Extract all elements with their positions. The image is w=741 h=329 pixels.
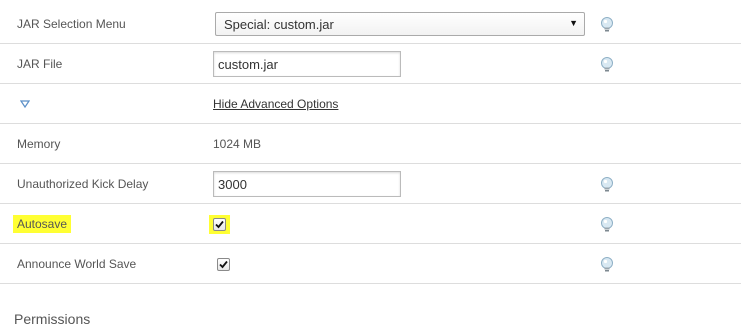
announce-world-save-value (217, 244, 230, 284)
permissions-section-title: Permissions (14, 311, 91, 327)
lightbulb-help-icon[interactable] (599, 56, 615, 73)
caret-down-icon: ▼ (569, 18, 578, 28)
memory-label: Memory (17, 137, 61, 151)
lightbulb-help-icon[interactable] (599, 16, 615, 33)
hide-advanced-options-link[interactable]: Hide Advanced Options (213, 97, 338, 111)
kick-delay-value: 3000 (213, 164, 401, 204)
checkmark-icon (215, 220, 224, 228)
jar-selection-row: JAR Selection Menu Special: custom.jar ▼ (0, 4, 741, 44)
announce-world-save-label: Announce World Save (17, 257, 137, 271)
autosave-value (209, 204, 230, 244)
advanced-toggle-value: Hide Advanced Options (213, 84, 338, 124)
announce-world-save-checkbox[interactable] (217, 257, 230, 271)
checkmark-icon (219, 260, 228, 268)
advanced-toggle-row: Hide Advanced Options (0, 84, 741, 124)
announce-world-save-row: Announce World Save (0, 244, 741, 284)
jar-file-label: JAR File (17, 57, 63, 71)
jar-file-row: JAR File custom.jar (0, 44, 741, 84)
autosave-label: Autosave (13, 215, 72, 233)
lightbulb-help-icon[interactable] (599, 216, 615, 233)
lightbulb-help-icon[interactable] (599, 256, 615, 273)
jar-selection-selected: Special: custom.jar (224, 16, 334, 32)
memory-value: 1024 MB (213, 137, 262, 151)
jar-selection-select[interactable]: Special: custom.jar ▼ (215, 12, 585, 36)
autosave-highlight (209, 214, 230, 234)
memory-row: Memory 1024 MB (0, 124, 741, 164)
jar-file-input[interactable]: custom.jar (213, 51, 401, 77)
jar-selection-value: Special: custom.jar ▼ (213, 4, 585, 44)
autosave-checkbox[interactable] (213, 217, 226, 231)
kick-delay-input[interactable]: 3000 (213, 171, 401, 197)
jar-selection-label: JAR Selection Menu (17, 17, 126, 31)
triangle-down-icon[interactable] (20, 99, 30, 109)
kick-delay-label: Unauthorized Kick Delay (17, 177, 149, 191)
jar-file-value: custom.jar (213, 44, 401, 84)
kick-delay-row: Unauthorized Kick Delay 3000 (0, 164, 741, 204)
lightbulb-help-icon[interactable] (599, 176, 615, 193)
memory-value-wrap: 1024 MB (213, 124, 261, 164)
autosave-row: Autosave (0, 204, 741, 244)
